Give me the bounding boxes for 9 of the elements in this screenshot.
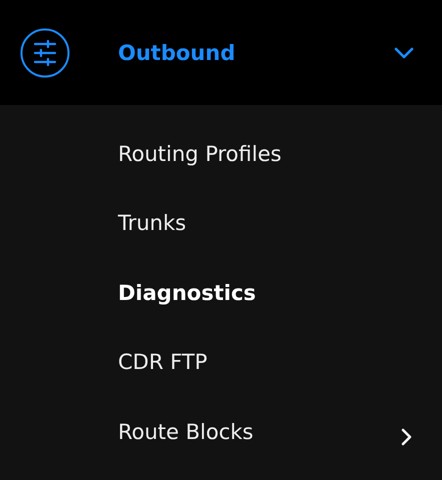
menu-item[interactable]: Diagnostics [0, 258, 442, 328]
menu-item[interactable]: Routing Profiles [0, 119, 442, 188]
menu-item[interactable]: CDR FTP [0, 328, 442, 397]
section-title: Outbound [118, 40, 236, 64]
chevron-down-icon [394, 46, 414, 58]
menu-item[interactable]: Trunks [0, 188, 442, 258]
settings-icon [20, 28, 70, 78]
menu-item[interactable]: Route Blocks [0, 397, 442, 466]
menu-header[interactable]: Outbound [0, 0, 442, 105]
